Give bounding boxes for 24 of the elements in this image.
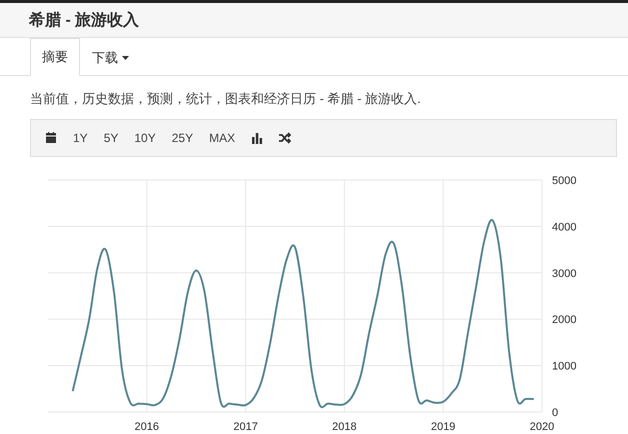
page-title: 希腊 - 旅游收入: [29, 10, 140, 30]
y-axis-label: 0: [552, 407, 558, 419]
caret-icon: [122, 56, 129, 60]
x-axis-label: 2018: [332, 421, 357, 433]
bar-chart-icon: [251, 132, 264, 144]
tab[interactable]: 下载: [80, 38, 141, 76]
range-button[interactable]: 5Y: [96, 125, 126, 151]
calendar-icon: [45, 132, 57, 144]
shuffle-icon: [279, 132, 292, 144]
x-axis-label: 2019: [430, 421, 456, 433]
y-axis-label: 4000: [552, 221, 576, 234]
x-axis-label: 2016: [134, 421, 160, 433]
y-axis-label: 2000: [552, 314, 576, 326]
range-button[interactable]: MAX: [201, 125, 244, 151]
y-axis-label: 1000: [552, 360, 576, 373]
range-button[interactable]: 1Y: [65, 125, 96, 151]
description: 当前值，历史数据，预测，统计，图表和经济日历 - 希腊 - 旅游收入.: [30, 90, 422, 108]
tab[interactable]: 摘要: [30, 38, 80, 76]
x-axis-label: 2017: [233, 421, 258, 433]
range-button[interactable]: 10Y: [126, 125, 164, 151]
range-button[interactable]: 25Y: [164, 125, 202, 151]
x-axis-label: 2020: [530, 421, 554, 433]
y-axis-label: 3000: [552, 268, 576, 280]
y-axis-label: 5000: [552, 175, 576, 187]
